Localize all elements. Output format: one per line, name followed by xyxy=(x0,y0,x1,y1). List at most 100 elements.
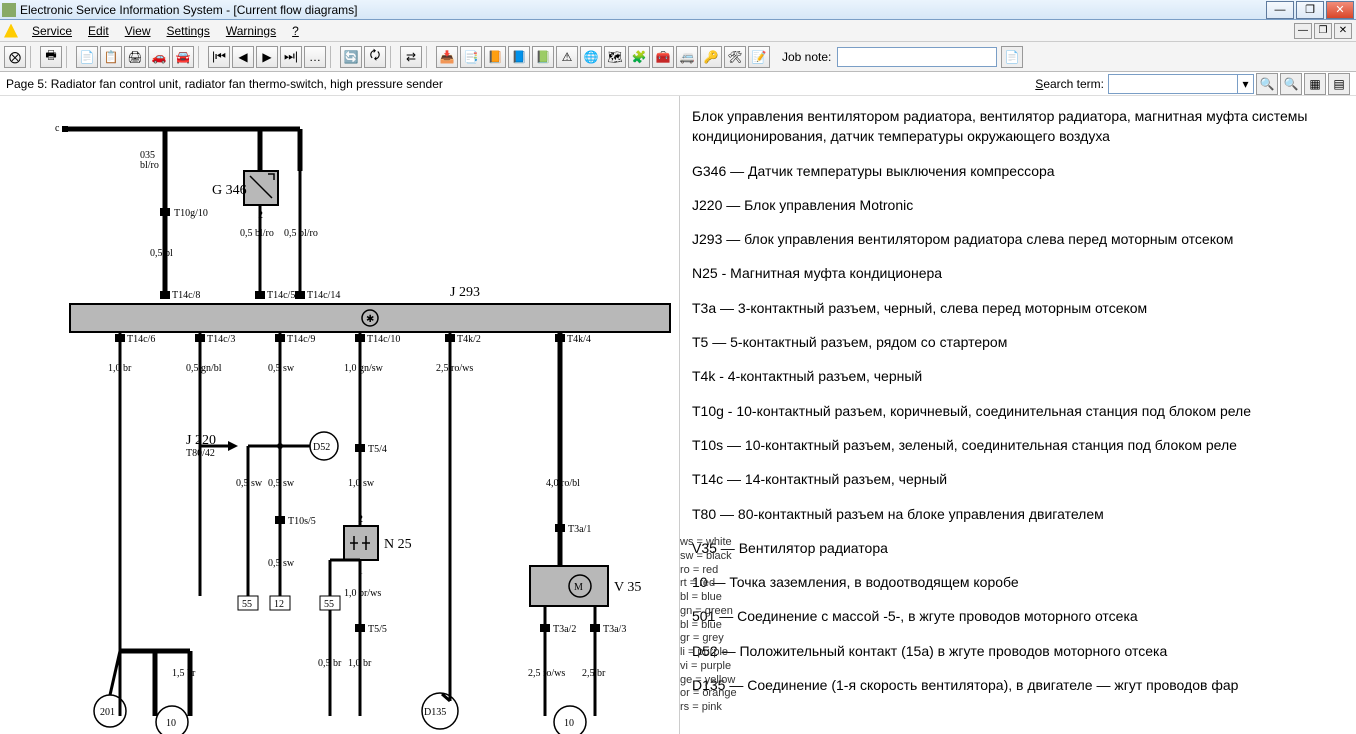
w10sw: 1,0 sw xyxy=(348,478,375,489)
mdi-restore-button[interactable]: ❐ xyxy=(1314,23,1332,39)
T3a3: T3a/3 xyxy=(603,624,626,635)
D52: D52 xyxy=(313,442,330,453)
tool-map-icon[interactable]: 🗺 xyxy=(604,46,626,68)
menu-edit[interactable]: Edit xyxy=(80,22,117,40)
minimize-button[interactable]: — xyxy=(1266,1,1294,19)
tool-book1-icon[interactable]: 📙 xyxy=(484,46,506,68)
tool-print2-icon[interactable]: 🖨 xyxy=(124,46,146,68)
desc-line: V35 — Вентилятор радиатора xyxy=(692,538,1344,558)
desc-line: T10s — 10-контактный разъем, зеленый, со… xyxy=(692,435,1344,455)
T14c9: T14c/9 xyxy=(287,334,315,345)
menu-bar: Service Edit View Settings Warnings ? — … xyxy=(0,20,1356,42)
tool-van-icon[interactable]: 🚐 xyxy=(676,46,698,68)
tool-print-icon[interactable]: 🖶 xyxy=(40,46,62,68)
desc-line: T4k - 4-контактный разъем, черный xyxy=(692,366,1344,386)
menu-warnings[interactable]: Warnings xyxy=(218,22,284,40)
w05sw: 0,5 sw xyxy=(268,363,295,374)
desc-line: Блок управления вентилятором радиатора, … xyxy=(692,106,1344,147)
desc-line: T80 — 80-контактный разъем на блоке упра… xyxy=(692,504,1344,524)
tool-inbox-icon[interactable]: 📥 xyxy=(436,46,458,68)
tool-note-icon[interactable]: 📝 xyxy=(748,46,770,68)
label-J293: J 293 xyxy=(450,285,480,300)
layout-button[interactable]: ▦ xyxy=(1304,73,1326,95)
T14c6: T14c/6 xyxy=(127,334,155,345)
wiring-diagram: .w3{stroke:#000;stroke-width:3;fill:none… xyxy=(0,96,680,734)
T10s5: T10s/5 xyxy=(288,516,316,527)
w10br: 1,0 br xyxy=(108,363,132,374)
w05sw3: 0,5 sw xyxy=(268,478,295,489)
tool-new-icon[interactable]: 📄 xyxy=(76,46,98,68)
tool-next-icon[interactable]: ▶ xyxy=(256,46,278,68)
search-next-button[interactable]: 🔍 xyxy=(1280,73,1302,95)
menu-service[interactable]: Service xyxy=(24,22,80,40)
T4k2: T4k/2 xyxy=(457,334,481,345)
label-G346: G 346 xyxy=(212,183,247,198)
tool-copy-icon[interactable]: 📋 xyxy=(100,46,122,68)
search-label: Search term: xyxy=(1035,77,1104,91)
w25br: 2,5 br xyxy=(582,668,606,679)
app-icon xyxy=(2,3,16,17)
w25rows: 2,5 ro/ws xyxy=(436,363,473,374)
desc-line: 501 — Соединение с массой -5-, в жгуте п… xyxy=(692,606,1344,626)
desc-line: D52 — Положительный контакт (15а) в жгут… xyxy=(692,641,1344,661)
toolbar: ⨂ 🖶 📄 📋 🖨 🚗 🚘 |⏮ ◀ ▶ ⏭| … 🔄 🗘 ⇄ 📥 📑 📙 📘 … xyxy=(0,42,1356,72)
w40robl: 4,0 ro/bl xyxy=(546,478,580,489)
n10a: 10 xyxy=(166,718,176,729)
tool-wrench-icon[interactable]: 🛠 xyxy=(724,46,746,68)
tool-prev-icon[interactable]: ◀ xyxy=(232,46,254,68)
jobnote-input[interactable] xyxy=(837,47,997,67)
search-dropdown-icon[interactable]: ▾ xyxy=(1238,74,1254,94)
desc-line: 10 — Точка заземления, в водоотводящем к… xyxy=(692,572,1344,592)
T14c14: T14c/14 xyxy=(307,290,340,301)
layout2-button[interactable]: ▤ xyxy=(1328,73,1350,95)
tool-swap-icon[interactable]: ⇄ xyxy=(400,46,422,68)
desc-line: T14c — 14-контактный разъем, черный xyxy=(692,469,1344,489)
w05sw4: 0,5 sw xyxy=(268,558,295,569)
desc-line: N25 - Магнитная муфта кондиционера xyxy=(692,263,1344,283)
label-c: c xyxy=(55,123,60,134)
tool-docs-icon[interactable]: 📑 xyxy=(460,46,482,68)
tool-last-icon[interactable]: ⏭| xyxy=(280,46,302,68)
tool-reload-icon[interactable]: 🗘 xyxy=(364,46,386,68)
tool-goto-icon[interactable]: … xyxy=(304,46,326,68)
tool-first-icon[interactable]: |⏮ xyxy=(208,46,230,68)
close-button[interactable]: ✕ xyxy=(1326,1,1354,19)
window-title: Electronic Service Information System - … xyxy=(20,3,1264,17)
desc-line: T5 — 5-контактный разъем, рядом со старт… xyxy=(692,332,1344,352)
desc-line: J293 — блок управления вентилятором ради… xyxy=(692,229,1344,249)
T4k4: T4k/4 xyxy=(567,334,591,345)
menu-settings[interactable]: Settings xyxy=(159,22,218,40)
desc-line: G346 — Датчик температуры выключения ком… xyxy=(692,161,1344,181)
w05gnbl: 0,5 gn/bl xyxy=(186,363,222,374)
T5_4: T5/4 xyxy=(368,444,387,455)
search-input[interactable] xyxy=(1108,74,1238,94)
tool-car2-icon[interactable]: 🚘 xyxy=(172,46,194,68)
tool-book3-icon[interactable]: 📗 xyxy=(532,46,554,68)
tool-car1-icon[interactable]: 🚗 xyxy=(148,46,170,68)
w05blro2: 0,5 bl/ro xyxy=(284,228,318,239)
menu-view[interactable]: View xyxy=(117,22,159,40)
tool-cancel-icon[interactable]: ⨂ xyxy=(4,46,26,68)
tool-puzzle-icon[interactable]: 🧩 xyxy=(628,46,650,68)
n10b: 10 xyxy=(564,718,574,729)
w10br2: 1,0 br xyxy=(348,658,372,669)
mdi-minimize-button[interactable]: — xyxy=(1294,23,1312,39)
jobnote-button[interactable]: 📄 xyxy=(1001,46,1023,68)
tool-globe-icon[interactable]: 🌐 xyxy=(580,46,602,68)
tool-refresh-icon[interactable]: 🔄 xyxy=(340,46,362,68)
sub-header: Page 5: Radiator fan control unit, radia… xyxy=(0,72,1356,96)
T14c10: T14c/10 xyxy=(367,334,400,345)
menu-help[interactable]: ? xyxy=(284,22,307,40)
w05bl: 0,5 bl xyxy=(150,248,173,259)
mdi-close-button[interactable]: ✕ xyxy=(1334,23,1352,39)
n55b: 55 xyxy=(324,599,334,610)
tool-key-icon[interactable]: 🔑 xyxy=(700,46,722,68)
search-prev-button[interactable]: 🔍 xyxy=(1256,73,1278,95)
tool-book2-icon[interactable]: 📘 xyxy=(508,46,530,68)
desc-line: J220 — Блок управления Motronic xyxy=(692,195,1344,215)
tool-toolbox-icon[interactable]: 🧰 xyxy=(652,46,674,68)
label-N25: N 25 xyxy=(384,537,412,552)
tool-warn-icon[interactable]: ⚠ xyxy=(556,46,578,68)
T80_42: T80/42 xyxy=(186,448,215,459)
maximize-button[interactable]: ❐ xyxy=(1296,1,1324,19)
